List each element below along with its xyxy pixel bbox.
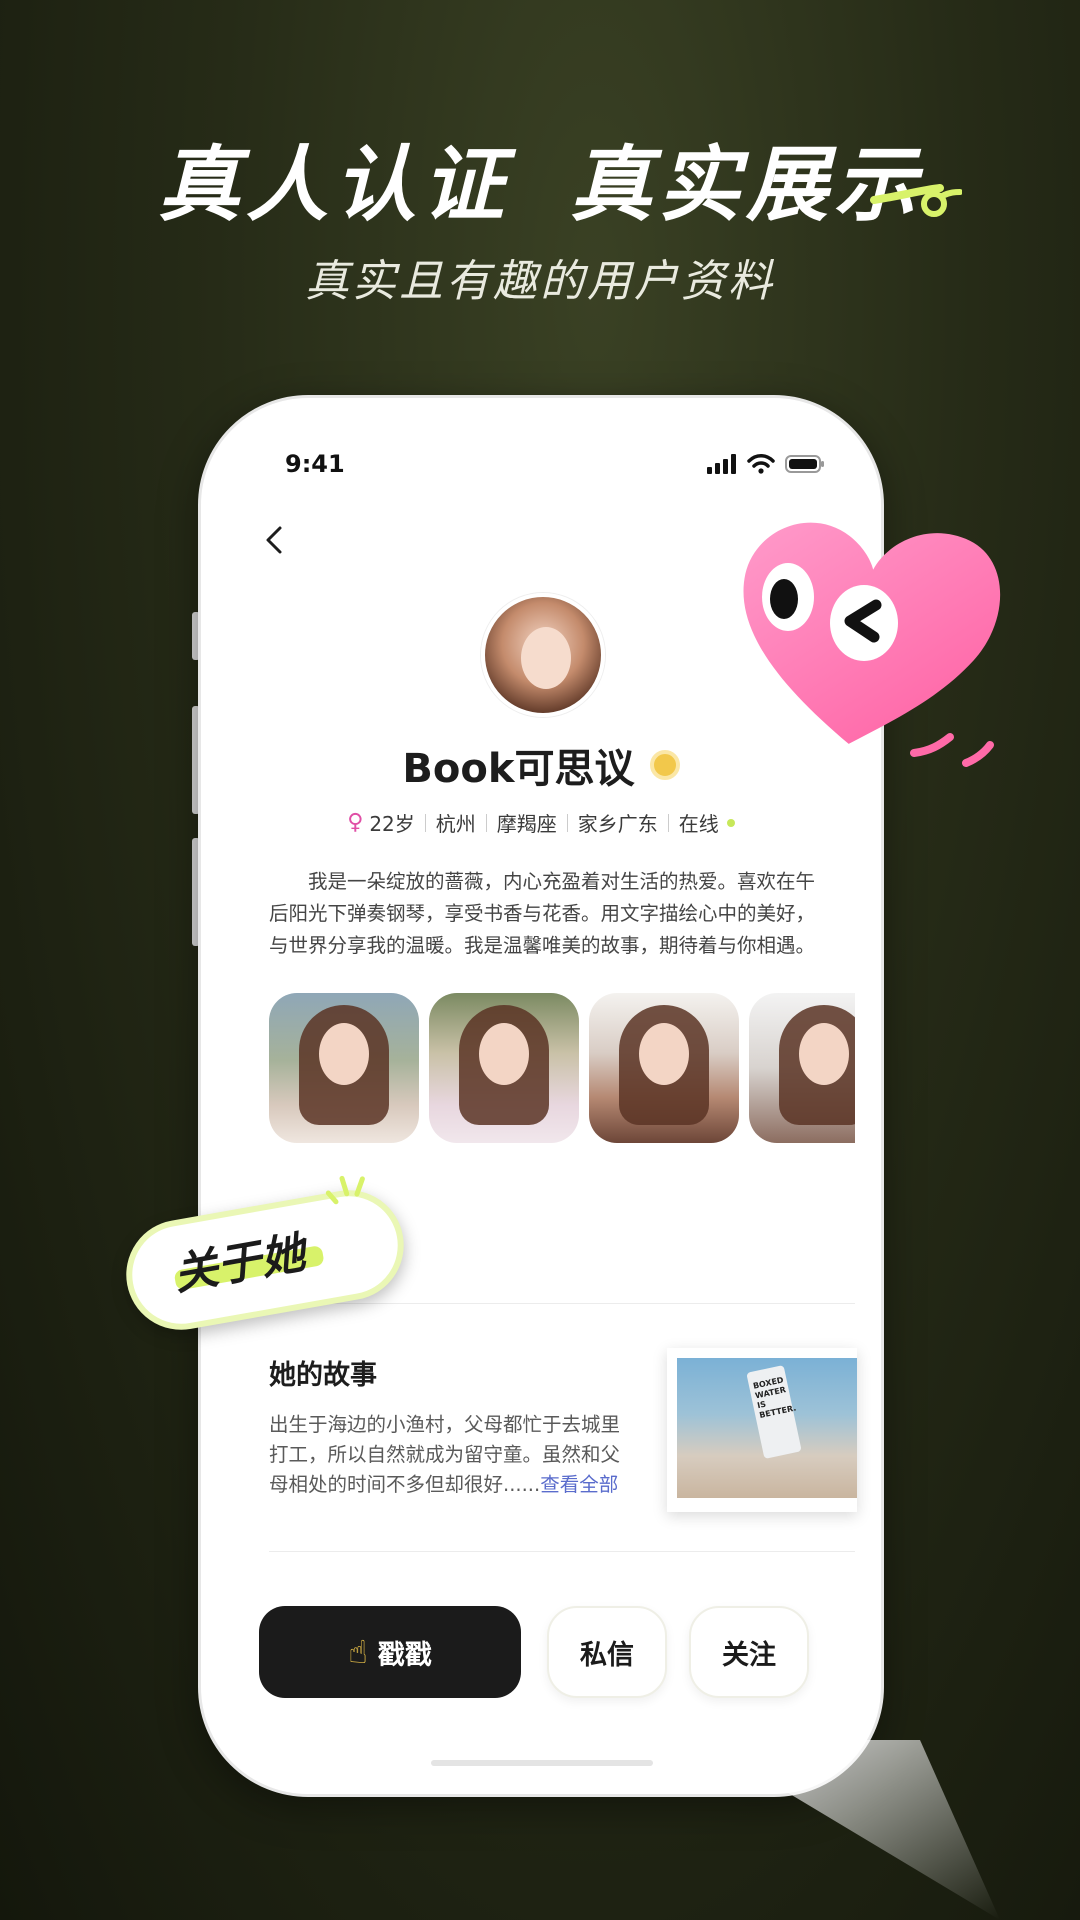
info-divider (667, 813, 669, 832)
swoosh-decoration (870, 184, 962, 217)
avatar[interactable] (481, 593, 605, 717)
battery-icon (785, 455, 824, 473)
cellular-signal-icon (707, 454, 736, 474)
gallery-photo[interactable] (429, 993, 579, 1143)
gallery-photo[interactable] (589, 993, 739, 1143)
story-more-link[interactable]: 查看全部 (540, 1473, 618, 1496)
poke-label: 戳戳 (377, 1639, 432, 1671)
photo-face (319, 1023, 369, 1085)
profile-zodiac: 摩羯座 (496, 812, 557, 836)
pointing-hand-icon: ☝ (348, 1633, 368, 1671)
section-divider (269, 1551, 855, 1552)
story-title: 她的故事 (269, 1360, 377, 1391)
back-arrow-icon[interactable] (256, 520, 296, 560)
story-photo-image: BOXED WATER IS BETTER. (677, 1358, 857, 1498)
follow-button[interactable]: 关注 (689, 1606, 809, 1698)
water-carton: BOXED WATER IS BETTER. (746, 1365, 802, 1459)
profile-bio: 我是一朵绽放的蔷薇，内心充盈着对生活的热爱。喜欢在午后阳光下弹奏钢琴，享受书香与… (269, 870, 816, 957)
status-bar: 9:41 (201, 450, 881, 480)
profile-hometown: 家乡广东 (577, 812, 658, 836)
info-divider (566, 813, 568, 832)
gallery-photo[interactable] (749, 993, 855, 1143)
profile-age: 22岁 (369, 812, 415, 836)
carton-label: BOXED WATER IS BETTER. (752, 1375, 798, 1421)
profile-name: Book可思议 (402, 746, 635, 792)
story-text: 出生于海边的小渔村，父母都忙于去城里打工，所以自然就成为留守童。虽然和父母相处的… (269, 1410, 639, 1500)
status-time: 9:41 (285, 450, 345, 478)
promo-subheadline: 真实且有趣的用户资料 (305, 256, 775, 307)
story-photo[interactable]: BOXED WATER IS BETTER. (667, 1348, 857, 1512)
heart-motion-lines-icon (910, 733, 994, 767)
poke-button[interactable]: ☝ 戳戳 (259, 1606, 521, 1698)
gallery-photo[interactable] (269, 993, 419, 1143)
message-button[interactable]: 私信 (547, 1606, 667, 1698)
speech-bubble-tail (700, 1740, 1000, 1920)
status-icons (707, 454, 825, 474)
female-icon: ♀ (347, 810, 364, 835)
profile-info-row: ♀ 22岁 杭州 摩羯座 家乡广东 在线 (201, 808, 881, 837)
photo-face (639, 1023, 689, 1085)
photo-face (799, 1023, 849, 1085)
info-divider (485, 813, 487, 832)
action-bar: ☝ 戳戳 私信 关注 (259, 1606, 859, 1698)
verified-badge-icon (649, 750, 680, 780)
profile-online-status: 在线 (678, 812, 719, 836)
avatar-face (521, 627, 571, 689)
photo-face (479, 1023, 529, 1085)
wifi-icon (747, 454, 775, 474)
headline-part1: 真人认证 (158, 138, 510, 233)
home-indicator[interactable] (431, 1760, 653, 1766)
profile-city: 杭州 (435, 812, 476, 836)
info-divider (424, 813, 426, 832)
online-dot (726, 818, 735, 827)
photo-gallery[interactable] (269, 993, 855, 1143)
